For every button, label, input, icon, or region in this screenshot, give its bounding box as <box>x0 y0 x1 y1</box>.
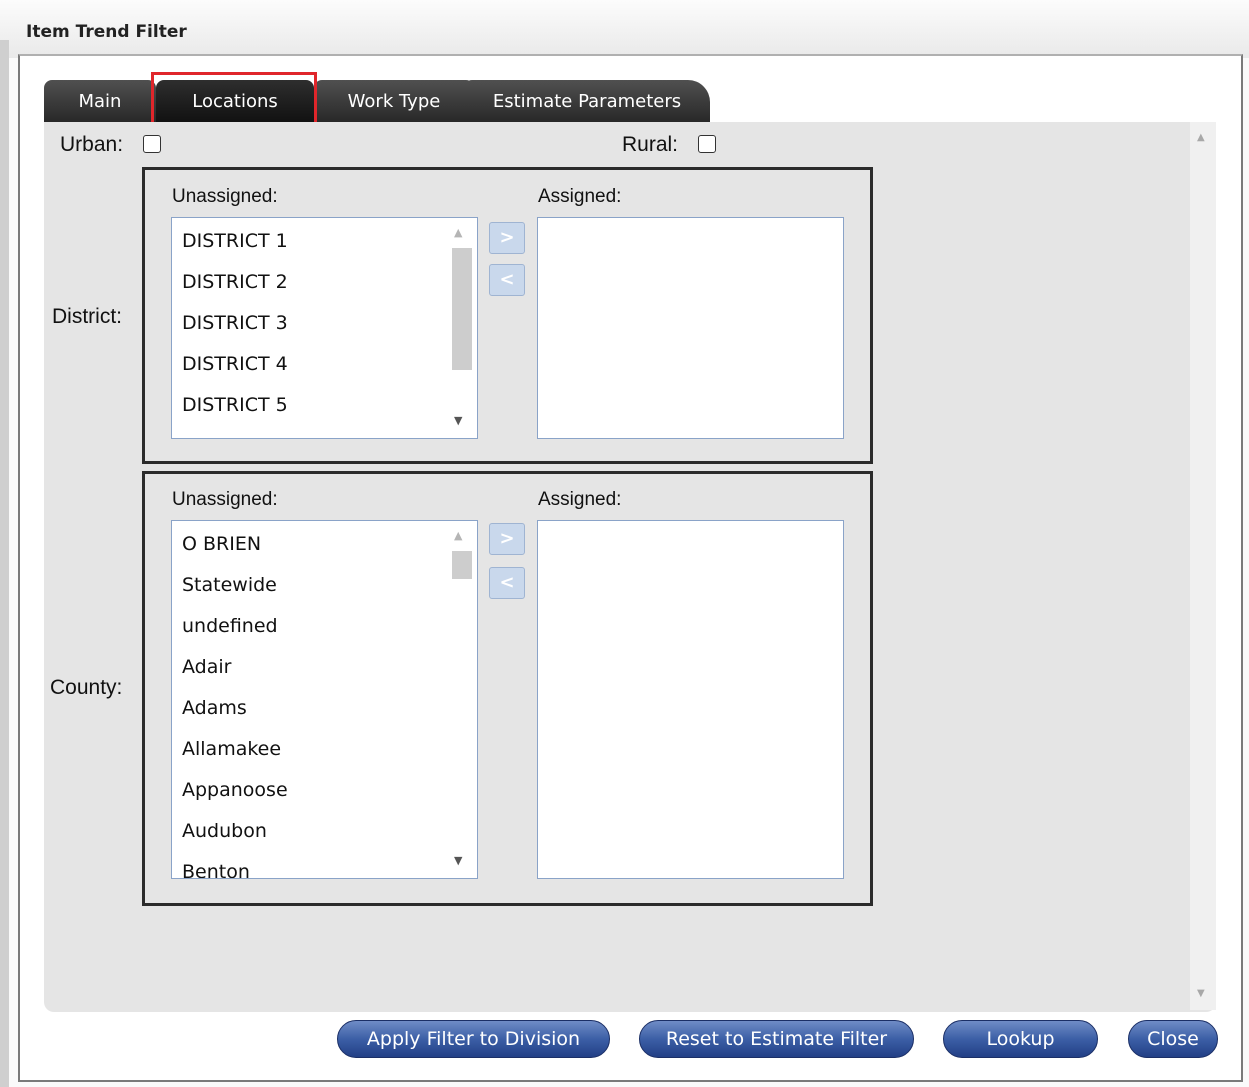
selected-tab-highlight <box>151 72 317 127</box>
county-unassigned-list[interactable]: O BRIEN Statewide undefined Adair Adams … <box>171 520 478 879</box>
list-item[interactable]: DISTRICT 3 <box>182 312 288 334</box>
district-label: District: <box>52 305 122 328</box>
lookup-button[interactable]: Lookup <box>943 1020 1098 1058</box>
district-move-right-button[interactable]: > <box>489 222 525 254</box>
scroll-up-icon[interactable]: ▲ <box>454 529 462 542</box>
reset-filter-button[interactable]: Reset to Estimate Filter <box>639 1020 914 1058</box>
scroll-up-icon[interactable]: ▲ <box>454 226 462 239</box>
list-item[interactable]: Adair <box>182 656 231 678</box>
list-item[interactable]: Appanoose <box>182 779 288 801</box>
list-item[interactable]: O BRIEN <box>182 533 261 555</box>
scroll-down-icon[interactable]: ▼ <box>1197 988 1205 999</box>
panel-scrollbar[interactable]: ▲ ▼ <box>1190 122 1216 1010</box>
list-item[interactable]: Adams <box>182 697 247 719</box>
urban-checkbox[interactable] <box>143 135 161 153</box>
close-button[interactable]: Close <box>1128 1020 1218 1058</box>
apply-filter-button[interactable]: Apply Filter to Division <box>337 1020 610 1058</box>
county-move-right-button[interactable]: > <box>489 523 525 555</box>
county-assigned-list[interactable] <box>537 520 844 879</box>
scrollbar-thumb[interactable] <box>452 248 472 370</box>
list-item[interactable]: DISTRICT 2 <box>182 271 288 293</box>
tab-main[interactable]: Main <box>44 80 156 124</box>
list-item[interactable]: Allamakee <box>182 738 281 760</box>
list-item[interactable]: Statewide <box>182 574 277 596</box>
urban-label: Urban: <box>60 133 124 156</box>
list-item[interactable]: Audubon <box>182 820 267 842</box>
county-label: County: <box>50 676 123 699</box>
county-list-scrollbar[interactable]: ▲ ▼ <box>450 521 472 877</box>
list-item[interactable]: undefined <box>182 615 278 637</box>
list-item[interactable]: Benton <box>182 861 250 878</box>
title-bar: Item Trend Filter <box>0 0 1249 58</box>
scroll-down-icon[interactable]: ▼ <box>454 854 462 867</box>
rural-label: Rural: <box>622 133 679 156</box>
list-item[interactable]: DISTRICT 5 <box>182 394 288 416</box>
scroll-down-icon[interactable]: ▼ <box>454 414 462 427</box>
county-move-left-button[interactable]: < <box>489 567 525 599</box>
tab-estimate-parameters[interactable]: Estimate Parameters <box>464 80 710 124</box>
scrollbar-thumb[interactable] <box>452 551 472 579</box>
district-unassigned-label: Unassigned: <box>172 186 278 207</box>
district-list-scrollbar[interactable]: ▲ ▼ <box>450 218 472 437</box>
district-assigned-list[interactable] <box>537 217 844 439</box>
rural-checkbox[interactable] <box>698 135 716 153</box>
county-assigned-label: Assigned: <box>538 489 622 510</box>
district-assigned-label: Assigned: <box>538 186 622 207</box>
list-item[interactable]: DISTRICT 1 <box>182 230 288 252</box>
county-unassigned-label: Unassigned: <box>172 489 278 510</box>
district-move-left-button[interactable]: < <box>489 264 525 296</box>
window-left-edge <box>0 40 9 1087</box>
list-item[interactable]: DISTRICT 4 <box>182 353 288 375</box>
window-title: Item Trend Filter <box>26 22 187 42</box>
tab-work-type[interactable]: Work Type <box>314 80 474 124</box>
district-unassigned-list[interactable]: DISTRICT 1 DISTRICT 2 DISTRICT 3 DISTRIC… <box>171 217 478 439</box>
scroll-up-icon[interactable]: ▲ <box>1197 132 1205 143</box>
